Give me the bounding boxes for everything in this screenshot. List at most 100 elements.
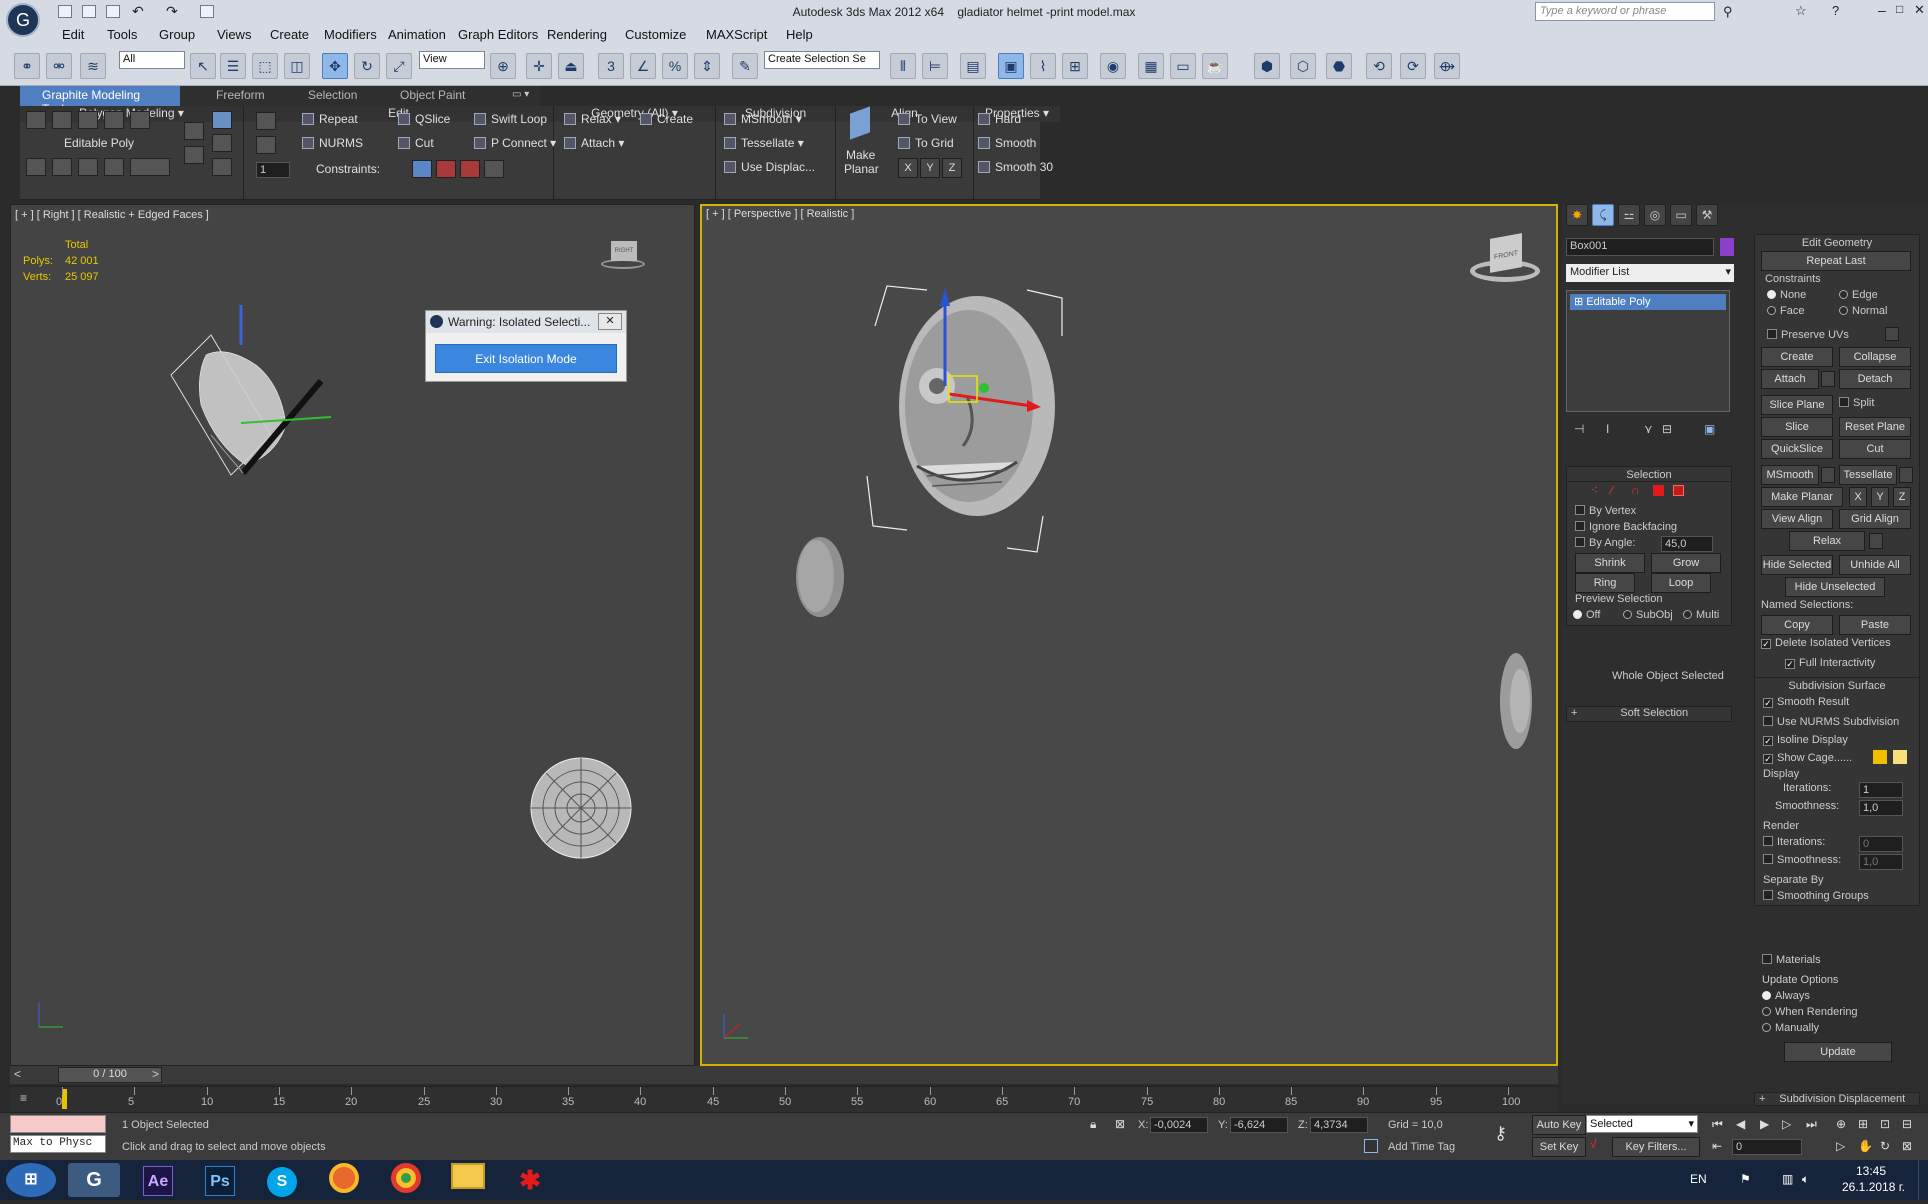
close-icon[interactable]: ✕ — [1914, 2, 1925, 18]
selection-rollout-title[interactable]: Selection — [1567, 467, 1731, 482]
selection-filter-dropdown[interactable]: All — [119, 51, 185, 69]
relax-settings-button[interactable] — [1869, 533, 1883, 549]
zoom-all-icon[interactable]: ⊞ — [1858, 1117, 1868, 1131]
time-next-icon[interactable]: > — [152, 1067, 159, 1081]
snaps-toggle-icon[interactable]: 3 — [598, 53, 624, 79]
taskbar-chrome-icon[interactable] — [380, 1163, 432, 1197]
show-end-result-icon[interactable]: Ι — [1606, 422, 1609, 436]
maxscript-listener-top[interactable] — [10, 1115, 106, 1133]
display-tab-icon[interactable]: ▭ — [1670, 204, 1692, 226]
zoom-extents-all-icon[interactable]: ⊟ — [1902, 1117, 1912, 1131]
zoom-extents-icon[interactable]: ⊡ — [1880, 1117, 1890, 1131]
select-by-name-icon[interactable]: ☰ — [220, 53, 246, 79]
materials-checkbox[interactable]: Materials — [1762, 954, 1821, 966]
constraint-edge-radio[interactable]: Edge — [1839, 289, 1878, 301]
manipulate-icon[interactable]: ✛ — [526, 53, 552, 79]
menu-group[interactable]: Group — [159, 27, 195, 42]
pivot-center-icon[interactable]: ⊕ — [490, 53, 516, 79]
graphite-toggle-icon[interactable]: ▣ — [998, 53, 1024, 79]
absolute-mode-icon[interactable]: ⊠ — [1115, 1117, 1125, 1131]
update-button[interactable]: Update — [1784, 1042, 1892, 1062]
split-checkbox[interactable]: Split — [1839, 397, 1874, 409]
mirror-icon[interactable]: ⫴ — [890, 53, 916, 79]
sel-element-icon[interactable] — [1673, 485, 1684, 496]
use-nurms-checkbox[interactable]: Use NURMS Subdivision — [1763, 716, 1899, 728]
curve-editor-icon[interactable]: ⌇ — [1030, 53, 1056, 79]
attach-settings-button[interactable] — [1821, 371, 1835, 387]
link-icon[interactable]: ⚭ — [14, 53, 40, 79]
pin-stack-icon[interactable]: ⊣ — [1574, 422, 1584, 436]
align-icon[interactable]: ⊨ — [922, 53, 948, 79]
select-and-scale-icon[interactable]: ⤢ — [386, 53, 412, 79]
taskbar-firefox-icon[interactable] — [318, 1163, 370, 1197]
display-smoothness-spinner[interactable]: 1,0 — [1859, 800, 1903, 816]
border-mode-icon[interactable] — [78, 111, 98, 129]
unlink-icon[interactable]: ⚮ — [46, 53, 72, 79]
viewcube[interactable]: RIGHT — [601, 241, 645, 271]
search-input[interactable]: Type a keyword or phrase — [1535, 2, 1715, 21]
relax-button[interactable]: Relax ▾ — [564, 112, 621, 126]
maximize-viewport-icon[interactable]: ⊠ — [1902, 1139, 1912, 1153]
configure-sets-icon[interactable]: ▣ — [1704, 422, 1715, 436]
display-iterations-spinner[interactable]: 1 — [1859, 782, 1903, 798]
ring-button[interactable]: Ring — [1575, 573, 1635, 593]
taskbar-app-icon[interactable]: ✱ — [504, 1163, 556, 1197]
tray-flag-icon[interactable]: ⚑ — [1740, 1172, 1751, 1186]
constraint-face-radio[interactable]: Face — [1767, 305, 1804, 317]
taskbar-after-effects-icon[interactable]: Ae — [132, 1163, 184, 1197]
pm-stack-1-icon[interactable] — [184, 122, 204, 140]
p-connect-button[interactable]: P Connect ▾ — [474, 136, 556, 150]
constraint-face-icon[interactable] — [460, 160, 480, 178]
extra-tool-4-icon[interactable]: ⟲ — [1366, 53, 1392, 79]
angle-spinner[interactable]: 45,0 — [1661, 536, 1713, 552]
layer-manager-icon[interactable]: ▤ — [960, 53, 986, 79]
pm-next-icon[interactable] — [212, 158, 232, 176]
key-tangent-icon[interactable]: √ — [1590, 1137, 1597, 1151]
ribbon-options-icon[interactable]: ▭ ▾ — [512, 89, 529, 100]
menu-views[interactable]: Views — [217, 27, 251, 42]
tab-selection[interactable]: Selection — [298, 86, 367, 106]
make-planar-icon[interactable] — [850, 106, 870, 140]
preserve-uvs-settings-button[interactable] — [1885, 327, 1899, 341]
dialog-close-icon[interactable]: ✕ — [598, 313, 622, 330]
pm-tool-3-icon[interactable] — [78, 158, 98, 176]
sel-edge-icon[interactable]: ⁄ — [1611, 483, 1613, 497]
make-unique-icon[interactable]: ⋎ — [1644, 422, 1653, 436]
taskbar-explorer-icon[interactable] — [442, 1163, 494, 1197]
edit-spinner[interactable]: 1 — [256, 162, 290, 178]
hard-button[interactable]: Hard — [978, 112, 1021, 126]
time-slider-thumb[interactable]: 0 / 100 — [58, 1067, 162, 1083]
time-tag-icon[interactable] — [1364, 1139, 1378, 1153]
utilities-tab-icon[interactable]: ⚒ — [1696, 204, 1718, 226]
attach-button[interactable]: Attach — [1761, 369, 1819, 389]
add-time-tag[interactable]: Add Time Tag — [1388, 1141, 1455, 1153]
minimize-icon[interactable]: – — [1878, 2, 1886, 18]
window-crossing-icon[interactable]: ◫ — [284, 53, 310, 79]
keyboard-shortcut-icon[interactable]: ⏏ — [558, 53, 584, 79]
reset-plane-button[interactable]: Reset Plane — [1839, 417, 1911, 437]
render-iterations-spinner[interactable]: 0 — [1859, 836, 1903, 852]
menu-create[interactable]: Create — [270, 27, 309, 42]
reference-coordinate-dropdown[interactable]: View — [419, 51, 485, 69]
pm-pin-icon[interactable] — [212, 134, 232, 152]
menu-animation[interactable]: Animation — [388, 27, 446, 42]
hide-unselected-button[interactable]: Hide Unselected — [1785, 577, 1885, 597]
repeat-last-button[interactable]: Repeat Last — [1761, 251, 1911, 271]
create-tab-icon[interactable]: ✸ — [1566, 204, 1588, 226]
select-and-move-icon[interactable]: ✥ — [322, 53, 348, 79]
update-manually-radio[interactable]: Manually — [1762, 1022, 1819, 1034]
detach-button[interactable]: Detach — [1839, 369, 1911, 389]
sel-vertex-icon[interactable]: ⁖ — [1591, 483, 1598, 497]
ignore-backfacing-checkbox[interactable]: Ignore Backfacing — [1575, 521, 1677, 533]
preview-off-radio[interactable]: Off — [1573, 609, 1600, 621]
edit-paint-icon[interactable] — [256, 136, 276, 154]
tab-graphite-modeling-tools[interactable]: Graphite Modeling Tools — [20, 86, 180, 116]
schematic-view-icon[interactable]: ⊞ — [1062, 53, 1088, 79]
key-icon[interactable]: ⚷ — [1494, 1123, 1507, 1144]
key-mode-toggle-icon[interactable]: ⇤ — [1712, 1139, 1722, 1153]
select-object-icon[interactable]: ↖ — [190, 53, 216, 79]
copy-button[interactable]: Copy — [1761, 615, 1833, 635]
tessellate-panel-button[interactable]: Tessellate — [1839, 465, 1897, 485]
grid-align-button[interactable]: Grid Align — [1839, 509, 1911, 529]
rendered-frame-icon[interactable]: ▭ — [1170, 53, 1196, 79]
